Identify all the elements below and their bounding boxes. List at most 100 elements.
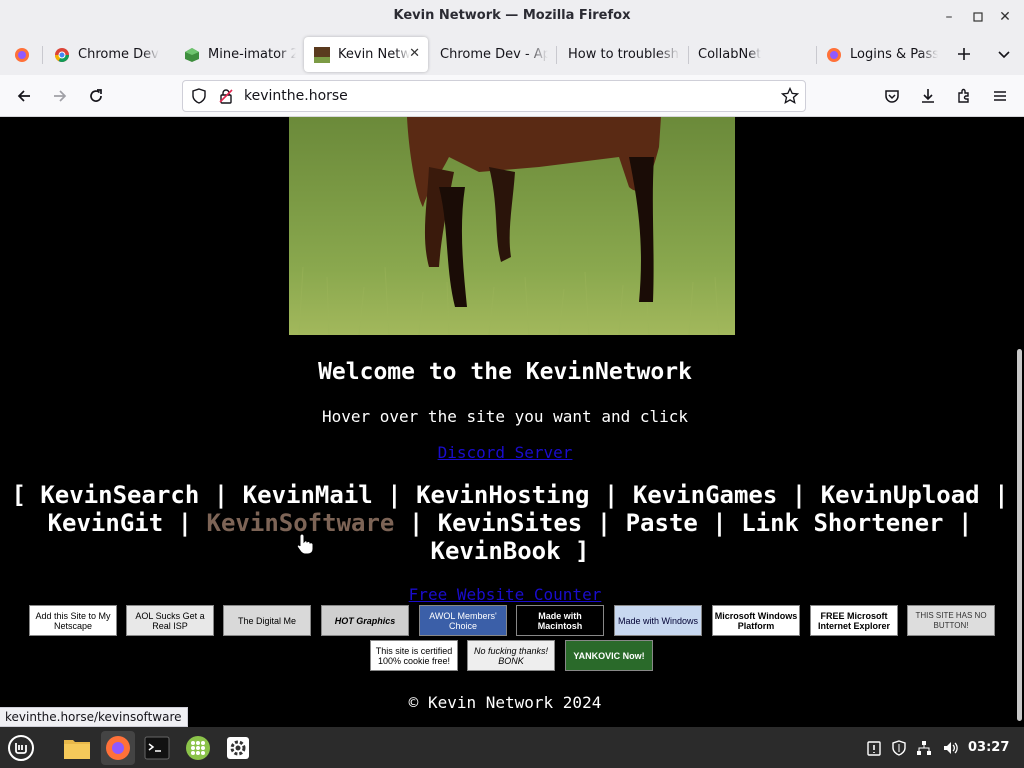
taskbar: 03:27 [0, 727, 1024, 768]
pocket-button[interactable] [878, 82, 906, 110]
pocket-icon [885, 90, 899, 103]
tab-label: Chrome Dev [78, 47, 159, 62]
badge-windows-platform[interactable]: Microsoft Windows Platform [712, 605, 800, 636]
badge-no-thanks[interactable]: No fucking thanks! BONK [467, 640, 555, 671]
menu-button[interactable] [986, 82, 1014, 110]
tab-logins-passwords[interactable]: Logins & Passwords [816, 37, 940, 72]
firefox-launcher[interactable] [101, 731, 135, 765]
maximize-icon[interactable] [967, 6, 989, 28]
puzzle-icon [958, 88, 969, 103]
arrow-right-icon [54, 90, 67, 102]
link-link-shortener[interactable]: Link Shortener [741, 509, 943, 537]
tab-collabnet[interactable]: CollabNet [688, 37, 814, 72]
volume-icon[interactable] [941, 739, 959, 757]
link-status-tooltip: kevinthe.horse/kevinsoftware [0, 707, 188, 727]
link-kevinhosting[interactable]: KevinHosting [416, 481, 589, 509]
address-bar[interactable]: kevinthe.horse [182, 80, 806, 112]
horse-favicon [314, 46, 330, 63]
chrome-icon [54, 47, 70, 63]
navigation-bar: kevinthe.horse [0, 75, 1024, 117]
badge-no-button[interactable]: THIS SITE HAS NO BUTTON! [907, 605, 995, 636]
link-kevinsites[interactable]: KevinSites [438, 509, 583, 537]
mint-logo-icon [8, 735, 34, 761]
reload-button[interactable] [82, 82, 110, 110]
plus-icon [958, 48, 970, 60]
badge-hot-graphics[interactable]: HOT Graphics [321, 605, 409, 636]
firefox-view-button[interactable] [4, 37, 40, 72]
badge-cookie-free[interactable]: This site is certified 100% cookie free! [370, 640, 458, 671]
website-counter-link[interactable]: Free Website Counter [0, 585, 1010, 604]
horse-image [289, 117, 735, 335]
tab-strip: Chrome Dev Mine-imator 2 Kevin Network ✕… [0, 34, 1024, 75]
badge-aol-sucks[interactable]: AOL Sucks Get a Real ISP [126, 605, 214, 636]
tab-chrome-dev[interactable]: Chrome Dev [44, 37, 172, 72]
firefox-icon [826, 47, 842, 63]
clock[interactable]: 03:27 [968, 740, 1009, 755]
tab-label: Mine-imator 2 [208, 47, 296, 62]
link-kevinsearch[interactable]: KevinSearch [40, 481, 199, 509]
list-all-tabs-button[interactable] [990, 40, 1018, 68]
minimize-icon[interactable]: – [938, 6, 960, 28]
welcome-heading: Welcome to the KevinNetwork [318, 359, 692, 385]
separator: | [213, 481, 229, 509]
separator: | [408, 509, 424, 537]
scrollbar[interactable] [1017, 349, 1022, 721]
badge-netscape[interactable]: Add this Site to My Netscape [29, 605, 117, 636]
update-manager-icon[interactable] [865, 739, 883, 757]
security-shield-icon[interactable] [890, 739, 908, 757]
tab-how-to-troubleshoot[interactable]: How to troubleshoot [558, 37, 686, 72]
firefox-icon [14, 47, 30, 63]
close-tab-icon[interactable]: ✕ [409, 46, 420, 61]
discord-server-link[interactable]: Discord Server [0, 443, 1010, 462]
instruction-text: Hover over the site you want and click [321, 407, 689, 426]
link-kevinbook[interactable]: KevinBook [431, 537, 561, 565]
badge-made-with-windows[interactable]: Made with Windows [614, 605, 702, 636]
arrow-left-icon [17, 90, 30, 102]
separator: | [596, 509, 612, 537]
separator: | [712, 509, 727, 537]
hamburger-icon [994, 91, 1006, 101]
firefox-icon [106, 736, 130, 760]
tab-mine-imator[interactable]: Mine-imator 2 [174, 37, 302, 72]
reload-icon [90, 89, 102, 102]
link-kevingit[interactable]: KevinGit [48, 509, 164, 537]
close-window-icon[interactable]: ✕ [994, 6, 1016, 28]
downloads-button[interactable] [914, 82, 942, 110]
files-launcher[interactable] [60, 731, 94, 765]
bookmark-star-icon[interactable] [780, 86, 800, 109]
forward-button[interactable] [46, 82, 74, 110]
terminal-launcher[interactable] [140, 731, 174, 765]
download-icon [922, 89, 934, 103]
separator: | [994, 481, 1009, 509]
bracket-close: ] [575, 537, 590, 565]
tab-label: Kevin Network [338, 47, 410, 62]
link-kevingames[interactable]: KevinGames [633, 481, 778, 509]
tab-label: Logins & Passwords [850, 47, 938, 62]
badge-digital-me[interactable]: The Digital Me [223, 605, 311, 636]
back-button[interactable] [10, 82, 38, 110]
url-text: kevinthe.horse [244, 88, 348, 104]
separator: | [603, 481, 619, 509]
badge-made-with-macintosh[interactable]: Made with Macintosh [516, 605, 604, 636]
shield-icon[interactable] [191, 88, 207, 108]
badge-yankovic[interactable]: YANKOVIC Now! [565, 640, 653, 671]
badge-internet-explorer[interactable]: FREE Microsoft Internet Explorer [810, 605, 898, 636]
tab-label: CollabNet [698, 47, 762, 62]
settings-launcher[interactable] [221, 731, 255, 765]
link-kevinupload[interactable]: KevinUpload [821, 481, 980, 509]
badge-awol[interactable]: AWOL Members' Choice [419, 605, 507, 636]
software-manager-launcher[interactable] [181, 731, 215, 765]
tab-kevin-network[interactable]: Kevin Network ✕ [304, 37, 428, 72]
network-icon[interactable] [915, 739, 933, 757]
start-menu-button[interactable] [4, 731, 38, 765]
app-grid-icon [186, 736, 210, 760]
tab-chrome-dev-apps[interactable]: Chrome Dev - Apps [430, 37, 554, 72]
separator: | [957, 509, 973, 537]
window-title: Kevin Network — Mozilla Firefox [393, 8, 631, 23]
link-kevinmail[interactable]: KevinMail [243, 481, 373, 509]
bracket-open: [ [11, 481, 26, 509]
extensions-button[interactable] [950, 82, 978, 110]
link-paste[interactable]: Paste [626, 509, 698, 537]
new-tab-button[interactable] [950, 40, 978, 68]
insecure-lock-icon[interactable] [218, 88, 234, 108]
